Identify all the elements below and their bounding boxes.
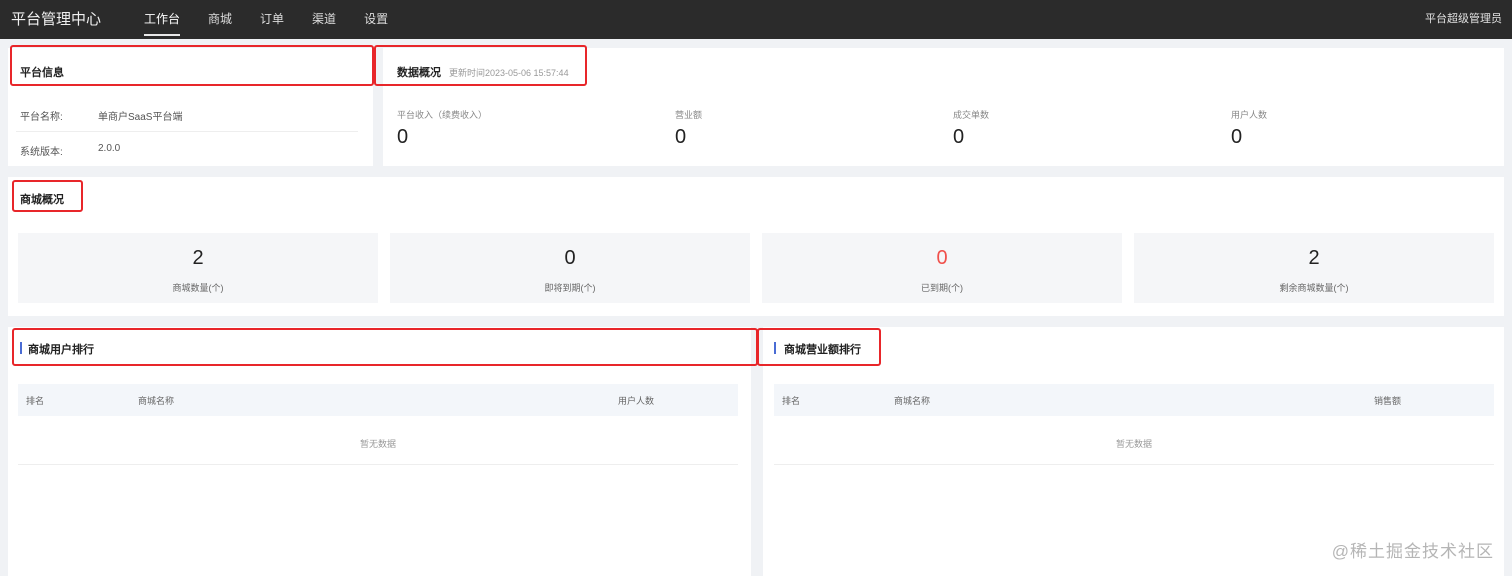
remaining-malls-value: 2	[1308, 247, 1320, 269]
sales-ranking-accent	[774, 342, 776, 354]
user-ranking-empty: 暂无数据	[359, 439, 396, 449]
user-ranking-accent	[20, 342, 22, 354]
expired-card: 0 已到期(个)	[762, 233, 1122, 303]
system-version-value: 2.0.0	[98, 143, 121, 154]
update-time: 更新时间2023-05-06 15:57:44	[449, 68, 569, 78]
remaining-malls-card: 2 剩余商城数量(个)	[1134, 233, 1494, 303]
watermark: @稀土掘金技术社区	[1331, 542, 1494, 561]
col-rank: 排名	[782, 396, 801, 406]
expiring-soon-card: 0 即将到期(个)	[390, 233, 750, 303]
system-version-row: 系统版本: 2.0.0	[20, 143, 360, 158]
stat-value-orders: 0	[953, 126, 965, 148]
platform-name-row: 平台名称: 单商户SaaS平台端	[20, 108, 360, 123]
app-logo-title[interactable]: 平台管理中心	[11, 8, 101, 29]
remaining-malls-label: 剩余商城数量(个)	[1279, 283, 1349, 293]
top-navbar: 平台管理中心 工作台 商城 订单 渠道 设置 平台超级管理员	[0, 0, 1512, 39]
mall-count-card: 2 商城数量(个)	[18, 233, 378, 303]
data-overview-title: 数据概况	[397, 67, 441, 79]
mall-count-label: 商城数量(个)	[172, 283, 224, 293]
sales-ranking-title: 商城营业额排行	[784, 344, 861, 356]
platform-info-title: 平台信息	[20, 67, 64, 79]
current-user-menu[interactable]: 平台超级管理员	[1425, 10, 1502, 26]
expiring-soon-label: 即将到期(个)	[544, 283, 596, 293]
sales-ranking-table-line	[774, 464, 1494, 465]
sales-ranking-empty: 暂无数据	[1115, 439, 1152, 449]
main-nav: 工作台 商城 订单 渠道 设置	[144, 0, 416, 39]
expired-label: 已到期(个)	[921, 283, 963, 293]
nav-orders[interactable]: 订单	[260, 0, 284, 39]
user-ranking-table-line	[18, 464, 738, 465]
nav-settings[interactable]: 设置	[364, 0, 388, 39]
col-mall-name: 商城名称	[138, 396, 175, 406]
mall-count-value: 2	[192, 247, 204, 269]
user-ranking-panel: 商城用户排行 排名 商城名称 用户人数 暂无数据	[8, 327, 751, 576]
mall-overview-title: 商城概况	[20, 194, 64, 206]
user-ranking-title: 商城用户排行	[28, 344, 94, 356]
col-mall-name: 商城名称	[894, 396, 931, 406]
stat-value-turnover: 0	[675, 126, 687, 148]
col-sales-amount: 销售额	[1374, 396, 1402, 406]
nav-channels[interactable]: 渠道	[312, 0, 336, 39]
nav-mall[interactable]: 商城	[208, 0, 232, 39]
sales-ranking-table-header: 排名 商城名称 销售额	[774, 384, 1494, 416]
stat-value-users: 0	[1231, 126, 1243, 148]
info-divider	[16, 131, 358, 132]
system-version-label: 系统版本:	[20, 147, 63, 158]
user-ranking-table-header: 排名 商城名称 用户人数	[18, 384, 738, 416]
col-rank: 排名	[26, 396, 45, 406]
col-user-count: 用户人数	[618, 396, 655, 406]
stat-label-platform-income: 平台收入（续费收入）	[397, 110, 488, 120]
platform-name-value: 单商户SaaS平台端	[98, 112, 183, 123]
expired-value: 0	[936, 247, 948, 269]
expiring-soon-value: 0	[564, 247, 576, 269]
stat-label-turnover: 营业额	[675, 110, 703, 120]
stat-value-platform-income: 0	[397, 126, 409, 148]
stat-label-users: 用户人数	[1231, 110, 1268, 120]
platform-name-label: 平台名称:	[20, 112, 63, 123]
nav-workbench[interactable]: 工作台	[144, 0, 181, 39]
platform-info-panel: 平台信息 平台名称: 单商户SaaS平台端 系统版本: 2.0.0	[8, 48, 373, 166]
stat-label-orders: 成交单数	[953, 110, 990, 120]
data-overview-panel: 数据概况 更新时间2023-05-06 15:57:44 平台收入（续费收入） …	[383, 48, 1504, 166]
